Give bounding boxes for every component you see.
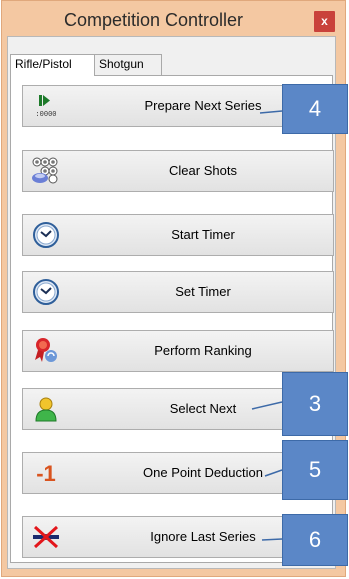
callout-3: 3: [282, 372, 348, 436]
tab-shotgun[interactable]: Shotgun: [94, 54, 162, 75]
clear-shots-button[interactable]: Clear Shots: [22, 150, 334, 192]
clock-icon: [31, 220, 61, 250]
perform-ranking-label: Perform Ranking: [154, 343, 252, 358]
callout-4: 4: [282, 84, 348, 134]
person-icon: [31, 394, 61, 424]
minus-one-text: -1: [36, 461, 56, 486]
minus-one-icon: -1: [31, 458, 61, 488]
set-timer-label: Set Timer: [175, 284, 231, 299]
start-timer-button[interactable]: Start Timer: [22, 214, 334, 256]
clock-icon: [31, 277, 61, 307]
set-timer-button[interactable]: Set Timer: [22, 271, 334, 313]
clear-shots-icon: [31, 156, 61, 186]
ignore-series-icon: [31, 522, 61, 552]
callout-6: 6: [282, 514, 348, 566]
callout-5: 5: [282, 440, 348, 500]
tab-rifle-pistol[interactable]: Rifle/Pistol: [10, 54, 95, 76]
ranking-icon: [31, 336, 61, 366]
clear-shots-label: Clear Shots: [169, 163, 237, 178]
start-timer-label: Start Timer: [171, 227, 235, 242]
prepare-next-series-icon: :0000: [31, 91, 61, 121]
perform-ranking-button[interactable]: Perform Ranking: [22, 330, 334, 372]
window-title: Competition Controller: [63, 10, 244, 30]
prepare-icon-text: :0000: [35, 111, 56, 119]
title-bar[interactable]: Competition Controller x: [2, 1, 345, 37]
close-button[interactable]: x: [314, 11, 335, 32]
